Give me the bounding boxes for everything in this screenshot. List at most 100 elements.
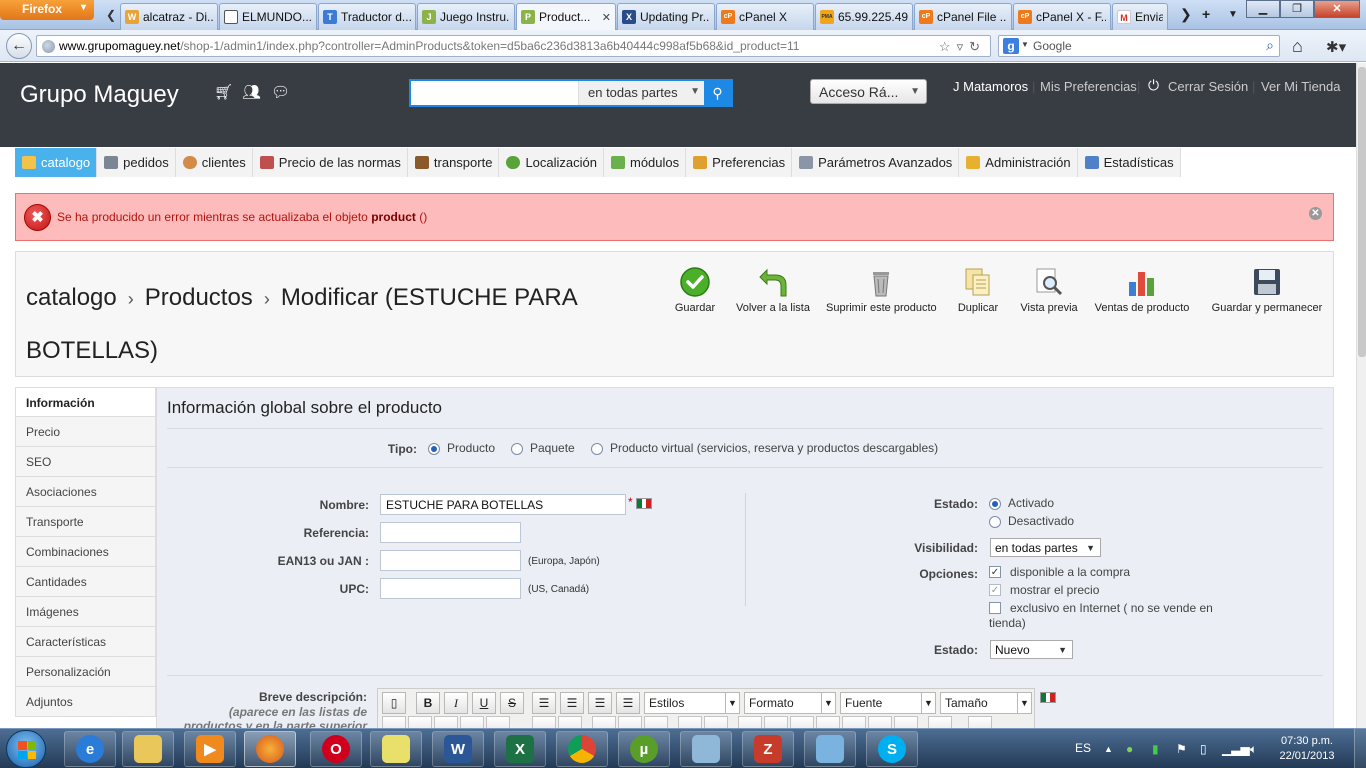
close-tab-icon[interactable]: ✕: [602, 11, 611, 24]
reload-icon[interactable]: ↻: [969, 39, 986, 54]
browser-tab[interactable]: PMA 65.99.225.49...: [815, 3, 913, 30]
taskbar-explorer[interactable]: [122, 731, 174, 767]
taskbar-filezilla[interactable]: Z: [742, 731, 794, 767]
upc-input[interactable]: [380, 578, 521, 599]
back-to-list-button[interactable]: Volver a la lista: [735, 266, 811, 314]
menu-item-localization[interactable]: Localización: [499, 148, 604, 177]
action-center-flag-icon[interactable]: ⚑: [1176, 742, 1187, 756]
taskbar-word[interactable]: W: [432, 731, 484, 767]
delete-product-button[interactable]: Suprimir este producto: [826, 266, 937, 314]
visibility-select[interactable]: en todas partes ▼: [990, 538, 1101, 557]
logout-link[interactable]: Cerrar Sesión: [1168, 79, 1248, 94]
search-engine-dropdown-icon[interactable]: ▼: [1021, 40, 1029, 49]
customers-icon[interactable]: 👥︎: [242, 83, 261, 101]
align-justify-icon[interactable]: ☰: [616, 692, 640, 714]
format-select[interactable]: Formato ▼: [744, 692, 836, 714]
browser-tab[interactable]: ELMUNDO....: [219, 3, 317, 30]
browser-search-field[interactable]: g ▼ Google ⌕: [998, 35, 1280, 57]
bookmark-star-icon[interactable]: ☆: [939, 39, 957, 54]
tab-customization[interactable]: Personalización: [15, 657, 156, 687]
preview-button[interactable]: Vista previa: [1018, 266, 1080, 314]
taskbar-firefox[interactable]: [244, 731, 296, 767]
browser-tab[interactable]: X Updating Pr...: [617, 3, 715, 30]
breadcrumb-products[interactable]: Productos: [145, 284, 253, 311]
condition-select[interactable]: Nuevo ▼: [990, 640, 1073, 659]
taskbar-chrome[interactable]: [556, 731, 608, 767]
menu-item-advanced-parameters[interactable]: Parámetros Avanzados: [792, 148, 960, 177]
taskbar-paint[interactable]: [804, 731, 856, 767]
network-signal-icon[interactable]: ▁▃▅: [1222, 742, 1250, 756]
bookmarks-menu-icon[interactable]: ✱▾: [1326, 38, 1346, 56]
tab-shipping[interactable]: Transporte: [15, 507, 156, 537]
menu-item-preferences[interactable]: Preferencias: [686, 148, 793, 177]
tab-price[interactable]: Precio: [15, 417, 156, 447]
start-button[interactable]: [6, 730, 46, 768]
reference-input[interactable]: [380, 522, 521, 543]
tab-combinations[interactable]: Combinaciones: [15, 537, 156, 567]
taskbar-skype[interactable]: S: [866, 731, 918, 767]
volume-icon[interactable]: 🔈︎: [1250, 742, 1257, 757]
available-for-order-checkbox[interactable]: ✓: [989, 566, 1001, 578]
tab-seo[interactable]: SEO: [15, 447, 156, 477]
type-pack-radio[interactable]: [511, 443, 523, 455]
user-name[interactable]: J Matamoros: [953, 79, 1028, 94]
browser-tab-active[interactable]: P Product... ✕: [516, 3, 616, 30]
styles-select[interactable]: Estilos ▼: [644, 692, 740, 714]
underline-icon[interactable]: U: [472, 692, 496, 714]
cart-icon[interactable]: 🛒︎: [214, 83, 233, 101]
status-disabled-radio[interactable]: [989, 516, 1001, 528]
new-document-icon[interactable]: ▯: [382, 692, 406, 714]
taskbar-utorrent[interactable]: µ: [618, 731, 670, 767]
ean-input[interactable]: [380, 550, 521, 571]
product-sales-button[interactable]: Ventas de producto: [1093, 266, 1191, 314]
restore-icon[interactable]: ❐: [1280, 0, 1314, 18]
tab-quantities[interactable]: Cantidades: [15, 567, 156, 597]
align-center-icon[interactable]: ☰: [560, 692, 584, 714]
type-product-radio[interactable]: [428, 443, 440, 455]
online-only-checkbox[interactable]: [989, 602, 1001, 614]
taskbar-excel[interactable]: X: [494, 731, 546, 767]
search-icon[interactable]: ⌕: [1266, 37, 1274, 54]
show-hidden-icons-icon[interactable]: ▲: [1104, 744, 1113, 754]
show-price-checkbox[interactable]: ✓: [989, 584, 1001, 596]
browser-tab[interactable]: cP cPanel File ...: [914, 3, 1012, 30]
menu-item-customers[interactable]: clientes: [175, 148, 253, 177]
tab-scroll-right-icon[interactable]: ❯: [1180, 6, 1192, 23]
search-scope-select[interactable]: en todas partes ▼: [578, 81, 706, 105]
tab-images[interactable]: Imágenes: [15, 597, 156, 627]
taskbar-media-player[interactable]: ▶: [184, 731, 236, 767]
type-virtual-radio[interactable]: [591, 443, 603, 455]
minimize-icon[interactable]: ▁: [1246, 0, 1280, 18]
name-input[interactable]: ESTUCHE PARA BOTELLAS: [380, 494, 626, 515]
my-preferences-link[interactable]: Mis Preferencias: [1040, 79, 1137, 94]
tray-app-icon[interactable]: ●: [1126, 742, 1133, 756]
mexico-flag-icon[interactable]: [636, 498, 652, 509]
browser-tab[interactable]: M Envia: [1112, 3, 1168, 30]
save-button[interactable]: Guardar: [670, 266, 720, 314]
scrollbar-thumb[interactable]: [1358, 67, 1366, 357]
bold-icon[interactable]: B: [416, 692, 440, 714]
align-right-icon[interactable]: ☰: [588, 692, 612, 714]
tray-app-icon[interactable]: ▮: [1152, 742, 1159, 756]
back-arrow-icon[interactable]: ←: [6, 33, 32, 59]
clock[interactable]: 07:30 p.m. 22/01/2013: [1272, 734, 1342, 764]
tab-associations[interactable]: Asociaciones: [15, 477, 156, 507]
taskbar-opera[interactable]: O: [310, 731, 362, 767]
taskbar-ie[interactable]: e: [64, 731, 116, 767]
new-tab-icon[interactable]: +: [1202, 6, 1210, 22]
menu-item-modules[interactable]: módulos: [604, 148, 687, 177]
history-dropdown-icon[interactable]: ▿: [957, 39, 970, 54]
url-bar[interactable]: www.grupomaguey.net/shop-1/admin1/index.…: [36, 35, 991, 57]
align-left-icon[interactable]: ☰: [532, 692, 556, 714]
show-desktop-button[interactable]: [1354, 729, 1366, 768]
tab-features[interactable]: Características: [15, 627, 156, 657]
quick-access-select[interactable]: Acceso Rá... ▼: [810, 79, 927, 104]
tab-attachments[interactable]: Adjuntos: [15, 687, 156, 717]
admin-search-input[interactable]: [411, 81, 577, 105]
tab-scroll-left-icon[interactable]: ❮: [106, 8, 116, 22]
taskbar-notepad[interactable]: [680, 731, 732, 767]
home-icon[interactable]: ⌂: [1292, 36, 1303, 57]
duplicate-button[interactable]: Duplicar: [957, 266, 999, 314]
menu-item-price-rules[interactable]: Precio de las normas: [252, 148, 408, 177]
menu-item-catalog[interactable]: catalogo: [15, 148, 98, 177]
